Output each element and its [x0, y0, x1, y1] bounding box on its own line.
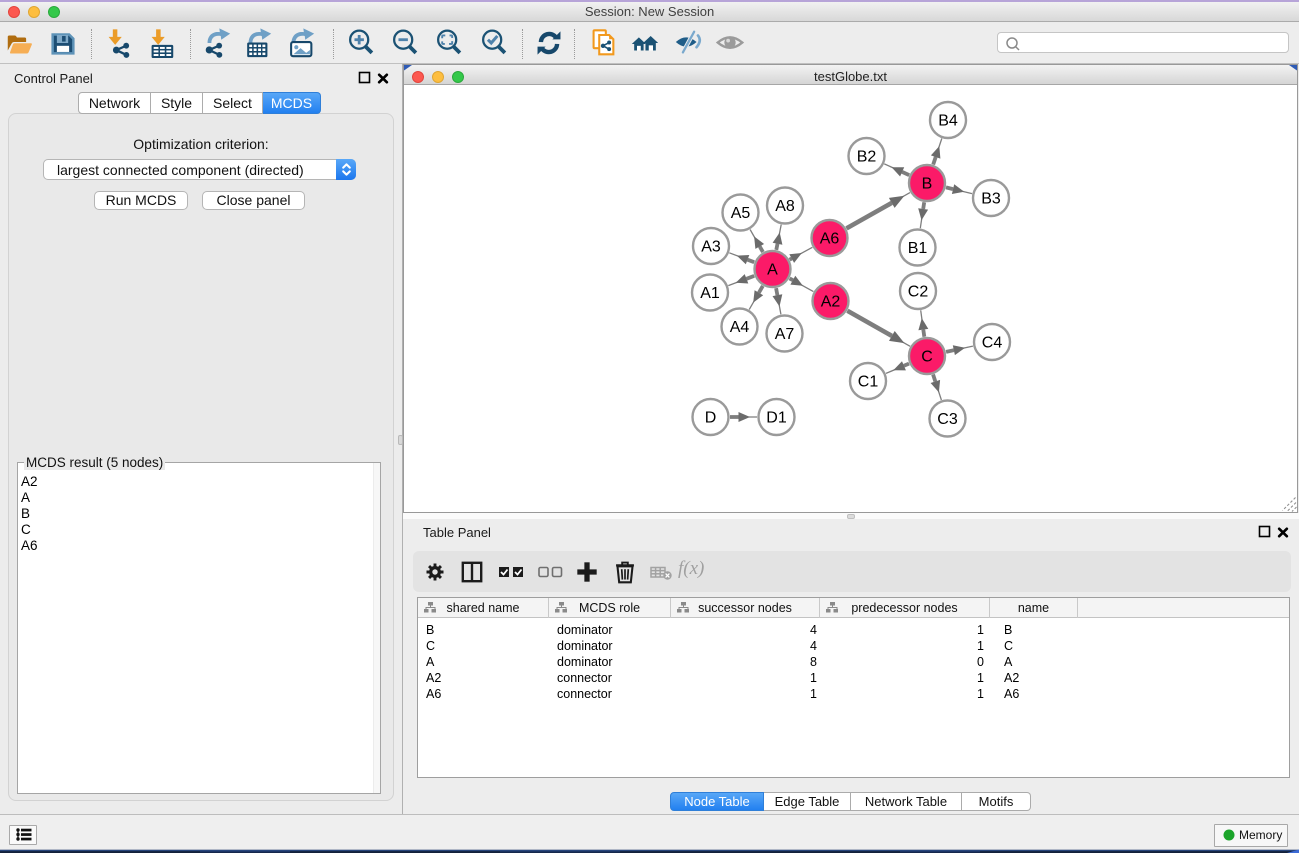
- svg-text:A2: A2: [821, 294, 841, 311]
- svg-text:A1: A1: [700, 285, 720, 302]
- svg-text:C3: C3: [937, 411, 958, 428]
- svg-text:D: D: [705, 410, 717, 427]
- svg-text:B1: B1: [908, 240, 928, 257]
- svg-text:C4: C4: [982, 335, 1003, 352]
- svg-text:A7: A7: [775, 326, 795, 343]
- svg-text:A: A: [767, 262, 778, 279]
- svg-text:B: B: [922, 176, 933, 193]
- svg-text:A6: A6: [820, 231, 840, 248]
- svg-text:D1: D1: [766, 410, 787, 427]
- svg-text:A8: A8: [775, 198, 795, 215]
- svg-text:C: C: [921, 349, 933, 366]
- svg-text:C1: C1: [858, 374, 879, 391]
- svg-text:B3: B3: [981, 191, 1001, 208]
- svg-text:A5: A5: [731, 205, 751, 222]
- svg-text:B4: B4: [938, 113, 958, 130]
- svg-text:A4: A4: [730, 319, 750, 336]
- svg-text:C2: C2: [908, 284, 929, 301]
- svg-text:B2: B2: [857, 149, 877, 166]
- svg-text:A3: A3: [701, 239, 721, 256]
